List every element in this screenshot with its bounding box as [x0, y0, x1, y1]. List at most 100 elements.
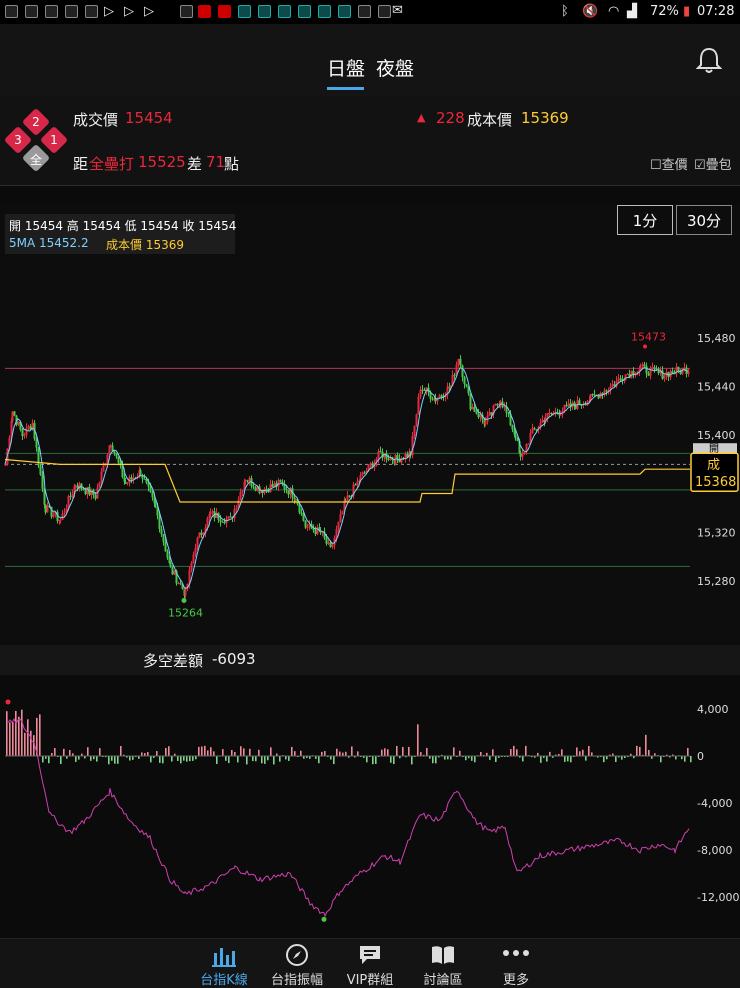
diff-bar — [48, 756, 50, 764]
candle-body — [287, 490, 290, 495]
candle-body — [369, 463, 372, 465]
candle-body — [419, 389, 422, 397]
diff-bar — [366, 756, 368, 763]
candle-body — [337, 521, 340, 530]
candle-body — [130, 477, 133, 480]
diff-bar — [24, 732, 26, 756]
difference-value: 71 — [206, 153, 226, 171]
diff-bar — [690, 756, 692, 763]
candle-body — [21, 429, 24, 437]
candle-body — [17, 421, 20, 425]
candle-body — [465, 384, 468, 387]
diff-bar — [15, 710, 17, 756]
difference-label: 差 — [187, 155, 203, 173]
candle-body — [143, 478, 146, 480]
diff-bar — [12, 722, 14, 756]
diff-bar — [339, 751, 341, 756]
candle-body — [13, 411, 16, 416]
nav-label: 台指振幅 — [270, 973, 323, 988]
diff-bar — [177, 756, 179, 761]
diff-bar — [318, 756, 320, 764]
diff-bar — [480, 751, 482, 756]
candle-body — [52, 515, 55, 517]
candle-body — [162, 534, 165, 542]
app-header: 日盤 夜盤 — [0, 24, 740, 96]
app-notification-icon — [378, 5, 391, 18]
nav-discussion[interactable]: 討論區 — [405, 939, 481, 988]
candle-body — [160, 528, 163, 535]
candle-body — [11, 411, 14, 422]
candle-body — [100, 471, 103, 483]
diff-bar — [510, 749, 512, 756]
diff-bar — [87, 747, 89, 756]
diff-bar — [471, 756, 473, 761]
candle-body — [151, 491, 154, 498]
diff-bar — [21, 709, 23, 756]
nav-index-kline[interactable]: 台指K線 — [186, 939, 262, 988]
tab-night-session[interactable]: 夜盤 — [376, 54, 414, 81]
candle-body — [327, 542, 330, 544]
cost-tag-label: 成 — [707, 458, 720, 473]
diff-bar — [384, 748, 386, 756]
quote-info-panel: 2 3 1 全 成交價 15454 ▲ 228 成本價 15369 距 全壘打 … — [0, 96, 740, 186]
interval-30min-button[interactable]: 30分 — [676, 205, 732, 235]
diff-bar — [474, 756, 476, 763]
high-label: 15473 — [631, 331, 666, 344]
candle-body — [300, 512, 303, 514]
candle-body — [192, 554, 195, 564]
diff-bar — [372, 756, 374, 765]
nav-vip-group[interactable]: VIP群組 — [332, 939, 408, 988]
app-notification-icon — [45, 5, 58, 18]
app-notification-icon — [358, 5, 371, 18]
candle-body — [346, 495, 349, 501]
diff-bar — [9, 722, 11, 756]
candle-body — [339, 514, 342, 522]
nav-more[interactable]: 更多 — [478, 939, 554, 988]
candle-body — [221, 521, 224, 523]
candle-body — [567, 403, 570, 407]
candle-body — [461, 365, 464, 377]
tab-day-session[interactable]: 日盤 — [327, 54, 365, 81]
candle-body — [306, 526, 309, 528]
interval-1min-button[interactable]: 1分 — [617, 205, 673, 235]
diff-bar — [396, 745, 398, 756]
high-marker — [643, 344, 647, 349]
bell-icon[interactable] — [696, 46, 722, 74]
cost-value: 15369 — [521, 109, 569, 127]
diff-bar — [96, 756, 98, 762]
candle-body — [184, 588, 187, 596]
stack-checkbox[interactable]: ☑疊包 — [694, 154, 732, 173]
candle-body — [304, 520, 307, 528]
query-price-checkbox[interactable]: ☐查價 — [650, 154, 688, 173]
diff-bar — [570, 756, 572, 763]
candle-body — [171, 566, 174, 575]
candle-body — [39, 465, 42, 475]
candle-body — [109, 445, 112, 447]
diff-bar — [636, 745, 638, 756]
diff-bar — [192, 756, 194, 761]
chat-icon — [360, 946, 380, 964]
distance-prefix: 距 — [73, 155, 89, 173]
price-axis-tick: 15,480 — [697, 332, 736, 345]
candle-body — [488, 412, 491, 417]
diff-bar — [18, 716, 20, 756]
candle-body — [605, 390, 608, 392]
candle-body — [354, 484, 357, 486]
candle-body — [194, 548, 197, 555]
diff-bar — [156, 751, 158, 756]
diff-bar — [588, 746, 590, 756]
candle-body — [559, 414, 562, 416]
diff-bar — [546, 756, 548, 762]
candle-body — [379, 451, 382, 453]
diff-bar — [90, 756, 92, 761]
diff-bar — [417, 724, 419, 756]
diff-bar — [648, 749, 650, 756]
diff-bar — [75, 756, 77, 762]
candle-body — [279, 480, 282, 482]
candle-body — [164, 541, 167, 552]
nav-index-amplitude[interactable]: 台指振幅 — [259, 939, 335, 988]
candle-body — [82, 488, 85, 491]
diff-bar — [390, 756, 392, 763]
candle-body — [84, 490, 87, 494]
app-notification-icon — [85, 5, 98, 18]
